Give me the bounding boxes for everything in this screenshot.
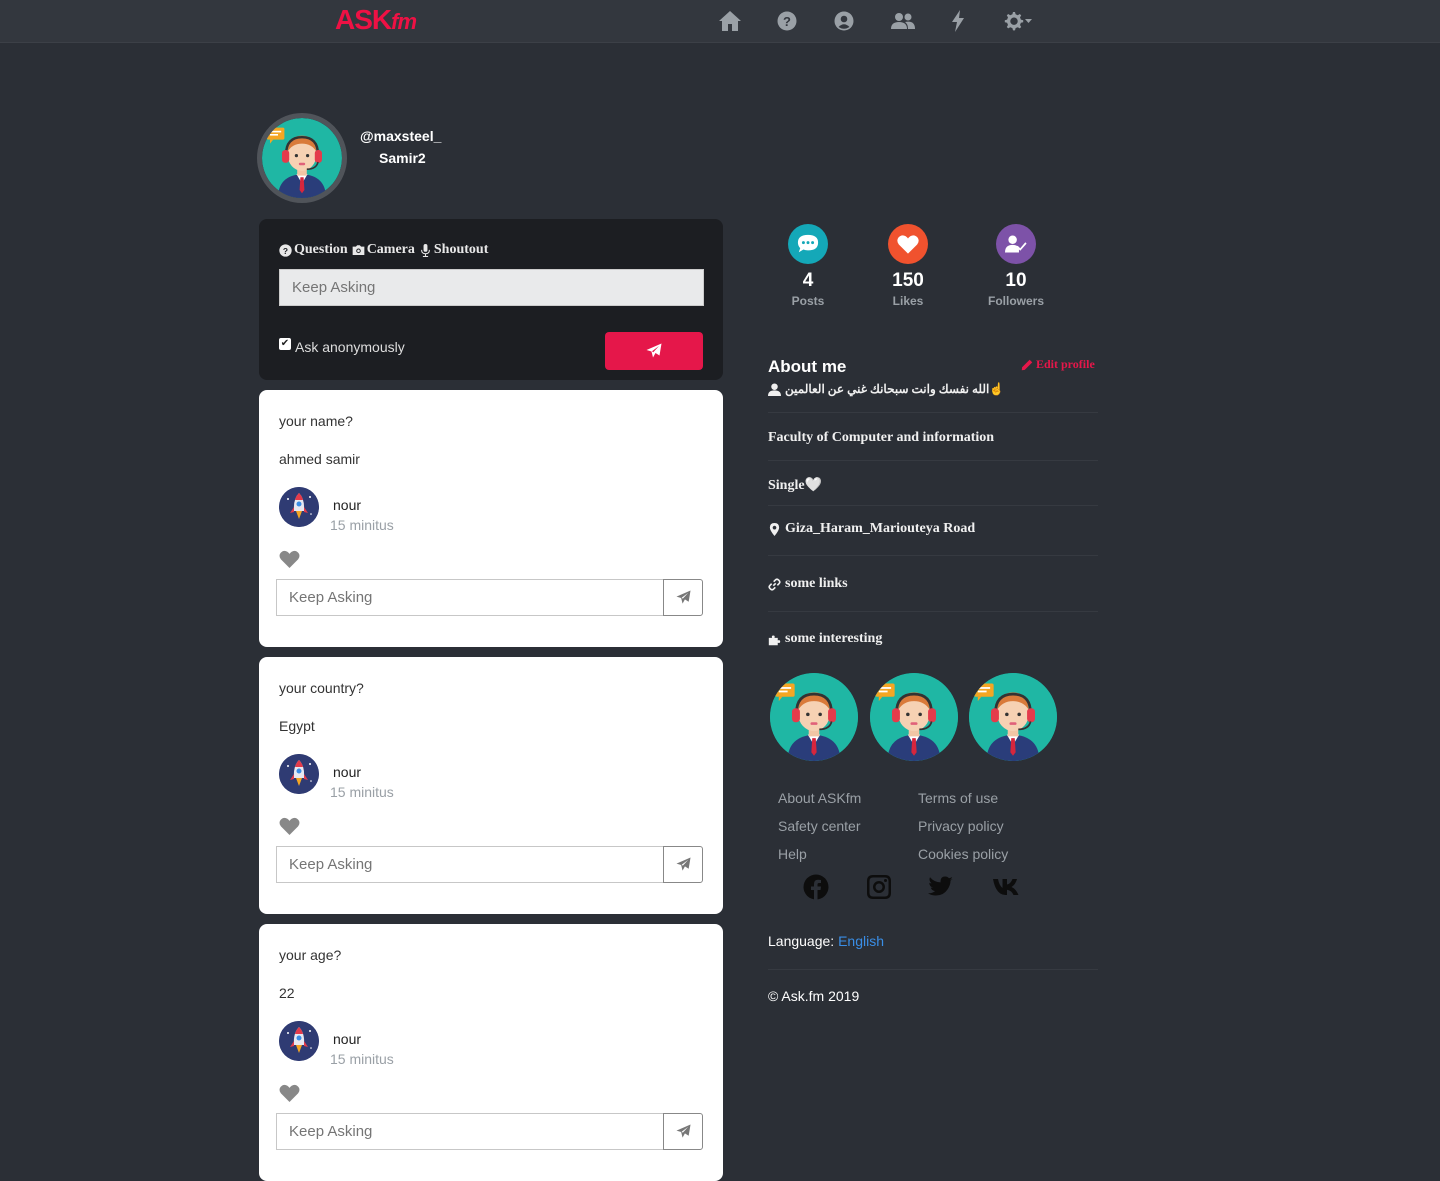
footer-link-terms[interactable]: Terms of use xyxy=(918,790,998,806)
about-location: Giza_Haram_Mariouteya Road xyxy=(768,521,975,537)
user-icon xyxy=(768,383,781,396)
paper-plane-icon xyxy=(676,857,691,872)
question-circle-icon: ? xyxy=(279,243,292,257)
divider xyxy=(768,969,1098,970)
home-icon[interactable] xyxy=(718,10,742,32)
reply-send-button[interactable] xyxy=(663,579,703,616)
footer-link-cookies[interactable]: Cookies policy xyxy=(918,846,1008,862)
profile-avatar[interactable] xyxy=(257,113,347,203)
question-circle-icon[interactable]: ? xyxy=(777,10,797,32)
svg-text:?: ? xyxy=(283,245,288,255)
divider xyxy=(768,611,1098,612)
about-status: Single🤍 xyxy=(768,478,822,493)
ask-anonymously-toggle[interactable]: ✔ Ask anonymously xyxy=(279,338,405,355)
post-time: 15 minitus xyxy=(330,784,394,800)
interest-avatar[interactable] xyxy=(870,673,958,761)
post-answer: ahmed samir xyxy=(279,451,360,467)
like-heart-icon[interactable] xyxy=(279,817,300,835)
gear-dropdown-icon[interactable] xyxy=(1003,10,1033,32)
facebook-icon[interactable] xyxy=(803,874,829,900)
reply-send-button[interactable] xyxy=(663,1113,703,1150)
camera-icon xyxy=(352,244,365,255)
reply-input[interactable] xyxy=(276,1113,664,1150)
profile-username: @maxsteel_ xyxy=(360,128,442,144)
paper-plane-icon xyxy=(646,343,662,359)
bolt-icon[interactable] xyxy=(950,10,966,32)
ask-tabs: ? Question Camera Shoutout xyxy=(279,242,488,258)
language-value[interactable]: English xyxy=(838,933,884,949)
vk-icon[interactable] xyxy=(992,874,1020,900)
user-check-icon xyxy=(996,224,1036,264)
like-heart-icon[interactable] xyxy=(279,1084,300,1102)
about-me-title: About me xyxy=(768,357,847,376)
footer-link-about[interactable]: About ASKfm xyxy=(778,790,861,806)
user-circle-icon[interactable] xyxy=(834,10,854,32)
post-answer: Egypt xyxy=(279,718,315,734)
edit-profile-link[interactable]: Edit profile xyxy=(1021,357,1095,372)
pencil-icon xyxy=(1021,359,1033,370)
comment-dots-icon xyxy=(788,224,828,264)
post-time: 15 minitus xyxy=(330,1051,394,1067)
copyright: © Ask.fm 2019 xyxy=(768,988,860,1004)
microphone-icon xyxy=(420,243,430,257)
post-answer: 22 xyxy=(279,985,295,1001)
stat-posts[interactable]: 4 Posts xyxy=(768,224,848,308)
stat-likes[interactable]: 150 Likes xyxy=(868,224,948,308)
link-icon xyxy=(768,577,781,591)
interest-avatar[interactable] xyxy=(969,673,1057,761)
language-selector: Language: English xyxy=(768,933,884,949)
anonymous-checkbox[interactable]: ✔ xyxy=(279,338,291,350)
post-question: your name? xyxy=(279,413,353,429)
instagram-icon[interactable] xyxy=(866,874,892,900)
about-interesting: some interesting xyxy=(768,631,882,647)
heart-icon xyxy=(888,224,928,264)
about-bio: الله نفسك وانت سبحانك غني عن العالمين☝ xyxy=(768,382,1004,397)
map-marker-icon xyxy=(769,522,780,536)
stat-followers[interactable]: 10 Followers xyxy=(976,224,1056,308)
reply-input[interactable] xyxy=(276,579,664,616)
tab-camera[interactable]: Camera xyxy=(352,242,415,258)
divider xyxy=(768,460,1098,461)
user-avatar[interactable] xyxy=(279,754,319,794)
divider xyxy=(768,412,1098,413)
profile-display-name: Samir2 xyxy=(379,150,426,166)
post-username[interactable]: nour xyxy=(333,764,361,780)
ask-question-box: ? Question Camera Shoutout ✔ Ask anonymo… xyxy=(259,219,723,380)
tab-shoutout[interactable]: Shoutout xyxy=(419,242,488,258)
post-username[interactable]: nour xyxy=(333,1031,361,1047)
like-heart-icon[interactable] xyxy=(279,550,300,568)
twitter-icon[interactable] xyxy=(928,874,954,900)
post-question: your country? xyxy=(279,680,364,696)
reply-send-button[interactable] xyxy=(663,846,703,883)
footer-link-help[interactable]: Help xyxy=(778,846,807,862)
footer-link-privacy[interactable]: Privacy policy xyxy=(918,818,1004,834)
reply-input[interactable] xyxy=(276,846,664,883)
post-time: 15 minitus xyxy=(330,517,394,533)
tab-question[interactable]: ? Question xyxy=(279,242,348,258)
about-faculty: Faculty of Computer and information xyxy=(768,430,995,445)
divider xyxy=(768,505,1098,506)
post-question: your age? xyxy=(279,947,342,963)
footer-link-safety[interactable]: Safety center xyxy=(778,818,861,834)
users-icon[interactable] xyxy=(891,10,915,32)
interest-avatar[interactable] xyxy=(770,673,858,761)
post-card: your country? Egypt nour 15 minitus xyxy=(259,657,723,914)
top-navbar: ASKfm ? xyxy=(0,0,1440,43)
paper-plane-icon xyxy=(676,1124,691,1139)
divider xyxy=(768,555,1098,556)
post-card: your name? ahmed samir nour 15 minitus xyxy=(259,390,723,647)
user-avatar[interactable] xyxy=(279,487,319,527)
askfm-logo[interactable]: ASKfm xyxy=(335,4,417,36)
post-card: your age? 22 nour 15 minitus xyxy=(259,924,723,1181)
post-username[interactable]: nour xyxy=(333,497,361,513)
send-question-button[interactable] xyxy=(605,332,703,370)
user-avatar[interactable] xyxy=(279,1021,319,1061)
svg-text:?: ? xyxy=(783,14,791,29)
about-links[interactable]: some links xyxy=(768,576,848,592)
puzzle-piece-icon xyxy=(768,634,781,645)
question-input[interactable] xyxy=(279,269,704,306)
paper-plane-icon xyxy=(676,590,691,605)
